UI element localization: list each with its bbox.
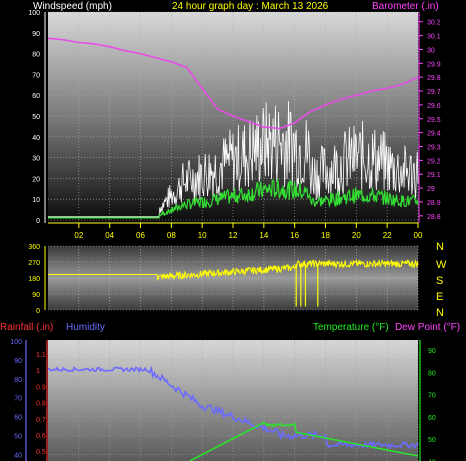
time-tick-label: 16: [290, 231, 299, 240]
rain-tick-label: 1: [36, 368, 40, 375]
barometer-tick-label: 29.2: [427, 158, 441, 165]
barometer-tick-label: 29.1: [427, 172, 441, 179]
humidity-tick-label: 70: [14, 396, 22, 403]
barometer-tick-label: 29: [427, 186, 435, 193]
time-tick-label: 00: [414, 231, 423, 240]
compass-n-top: N: [436, 241, 444, 253]
temperature-tick-label: 90: [428, 348, 436, 355]
humidity-tick-label: 40: [14, 452, 22, 459]
humidity-tick-label: 50: [14, 434, 22, 441]
barometer-tick-label: 29.8: [427, 75, 441, 82]
temperature-tick-label: 70: [428, 393, 436, 400]
time-tick-label: 18: [321, 231, 330, 240]
barometer-tick-label: 29.5: [427, 117, 441, 124]
wind-tick-label: 30: [32, 156, 40, 163]
wind-tick-label: 50: [32, 114, 40, 121]
time-tick-label: 02: [74, 231, 83, 240]
compass-e: E: [436, 291, 443, 303]
rain-tick-label: 0.7: [36, 417, 46, 424]
rainfall-label: Rainfall (.in): [0, 322, 53, 333]
compass-n-bottom: N: [436, 307, 444, 319]
wind-tick-label: 10: [32, 197, 40, 204]
barometer-tick-label: 29.6: [427, 103, 441, 110]
time-tick-label: 04: [105, 231, 114, 240]
direction-tick-label: 360: [28, 244, 40, 251]
barometer-tick-label: 29.9: [427, 61, 441, 68]
barometer-tick-label: 29.7: [427, 89, 441, 96]
barometer-tick-label: 30.2: [427, 20, 441, 27]
weather-charts: 010203040506070809010028.828.92929.129.2…: [0, 1, 460, 461]
time-tick-label: 12: [229, 231, 238, 240]
compass-s: S: [436, 275, 443, 287]
barometer-tick-label: 28.9: [427, 200, 441, 207]
direction-tick-label: 180: [28, 276, 40, 283]
direction-tick-label: 90: [32, 292, 40, 299]
temperature-tick-label: 50: [428, 437, 436, 444]
time-tick-label: 10: [198, 231, 207, 240]
humidity-tick-label: 90: [14, 358, 22, 365]
barometer-tick-label: 29.3: [427, 145, 441, 152]
wind-tick-label: 60: [32, 93, 40, 100]
time-tick-label: 08: [167, 231, 176, 240]
time-tick-label: 20: [352, 231, 361, 240]
rain-tick-label: 0.5: [36, 449, 46, 456]
rain-tick-label: 0.9: [36, 384, 46, 391]
wind-tick-label: 0: [36, 218, 40, 225]
wind-tick-label: 90: [32, 31, 40, 38]
humidity-tick-label: 60: [14, 415, 22, 422]
wind-tick-label: 80: [32, 52, 40, 59]
rain-tick-label: 0.8: [36, 401, 46, 408]
left-axis-label: Windspeed (mph): [33, 1, 112, 12]
time-tick-label: 06: [136, 231, 145, 240]
time-tick-label: 14: [259, 231, 268, 240]
direction-tick-label: 270: [28, 260, 40, 267]
right-axis-label: Barometer (.in): [372, 1, 439, 12]
humidity-label: Humidity: [66, 322, 105, 333]
humidity-tick-label: 80: [14, 377, 22, 384]
wind-tick-label: 70: [32, 72, 40, 79]
direction-tick-label: 0: [36, 308, 40, 315]
barometer-tick-label: 30: [427, 47, 435, 54]
barometer-tick-label: 28.8: [427, 214, 441, 221]
chart-title: 24 hour graph day : March 13 2026: [172, 1, 329, 12]
wind-tick-label: 40: [32, 135, 40, 142]
humidity-tick-label: 100: [10, 339, 22, 346]
temperature-tick-label: 60: [428, 415, 436, 422]
wind-tick-label: 20: [32, 176, 40, 183]
dewpoint-label: Dew Point (°F): [395, 322, 460, 333]
temperature-tick-label: 80: [428, 370, 436, 377]
time-tick-label: 22: [383, 231, 392, 240]
compass-w: W: [436, 259, 447, 271]
rain-tick-label: 0.6: [36, 433, 46, 440]
rain-tick-label: 1.1: [36, 352, 46, 359]
barometer-tick-label: 29.4: [427, 131, 441, 138]
temperature-label: Temperature (°F): [313, 322, 389, 333]
barometer-tick-label: 30.1: [427, 34, 441, 41]
